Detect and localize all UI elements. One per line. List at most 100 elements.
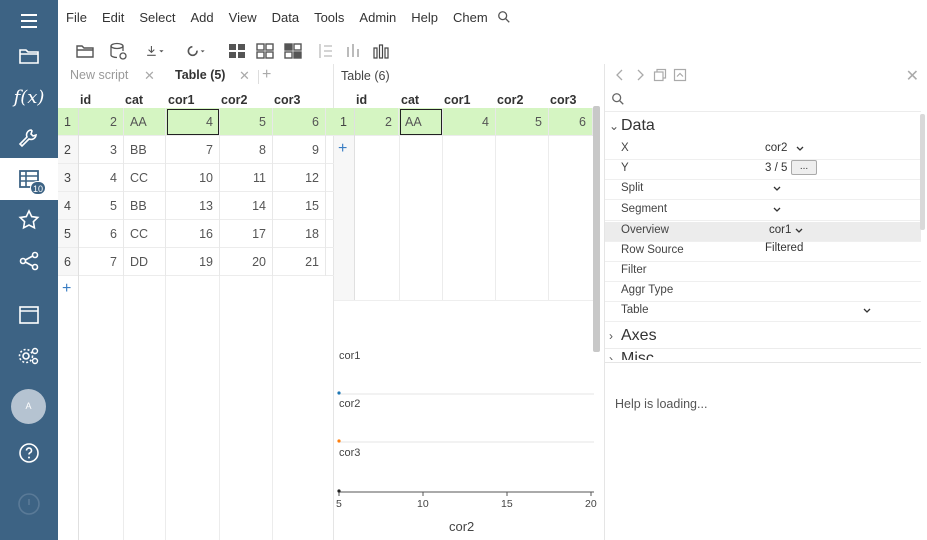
current-cell[interactable]: 4: [166, 108, 220, 136]
section-misc[interactable]: › Misc: [609, 350, 654, 360]
cell[interactable]: 7: [79, 248, 124, 276]
cell[interactable]: 6: [79, 220, 124, 248]
tables-icon[interactable]: 10: [0, 158, 58, 200]
cell[interactable]: 14: [220, 192, 273, 220]
cell[interactable]: 7: [166, 136, 220, 164]
layout-view-icon[interactable]: [283, 38, 303, 64]
menu-edit[interactable]: Edit: [102, 10, 124, 25]
table-row[interactable]: 1 2 AA 4 5 6: [334, 108, 593, 136]
database-icon[interactable]: [108, 38, 128, 64]
property-filter[interactable]: Filter: [605, 262, 921, 282]
grid-view-icon[interactable]: [227, 38, 247, 64]
cell[interactable]: 5: [496, 108, 549, 136]
cell[interactable]: 20: [220, 248, 273, 276]
functions-icon[interactable]: f(x): [0, 76, 58, 118]
cell[interactable]: BB: [124, 136, 166, 164]
close-icon[interactable]: ✕: [144, 68, 155, 84]
property-split[interactable]: Split: [605, 180, 921, 200]
cell[interactable]: 5: [79, 192, 124, 220]
property-table[interactable]: Table: [605, 302, 921, 322]
x-column-select[interactable]: cor2: [765, 142, 787, 154]
column-header-cor1[interactable]: cor1: [444, 93, 470, 107]
menu-admin[interactable]: Admin: [359, 10, 396, 25]
table-row[interactable]: 6 7 DD 19 20 21: [58, 248, 334, 276]
browser-icon[interactable]: [0, 294, 58, 336]
tile-view-icon[interactable]: [255, 38, 275, 64]
column-header-id[interactable]: id: [80, 93, 91, 107]
avatar[interactable]: A: [11, 389, 46, 424]
forward-icon[interactable]: [633, 68, 647, 82]
column-header-cor2[interactable]: cor2: [221, 93, 247, 107]
cell[interactable]: CC: [124, 164, 166, 192]
column-header-cat[interactable]: cat: [125, 93, 143, 107]
property-row-source[interactable]: Row Source Filtered: [605, 242, 921, 262]
add-row-icon[interactable]: +: [338, 140, 347, 158]
cell[interactable]: 5: [220, 108, 273, 136]
column-header-cor2[interactable]: cor2: [497, 93, 523, 107]
column-header-id[interactable]: id: [356, 93, 367, 107]
cell[interactable]: 9: [273, 136, 326, 164]
row-source-select[interactable]: Filtered: [765, 242, 803, 254]
cell[interactable]: 15: [273, 192, 326, 220]
help-icon[interactable]: [0, 432, 58, 474]
cell[interactable]: BB: [124, 192, 166, 220]
menu-tools[interactable]: Tools: [314, 10, 344, 25]
cell[interactable]: 4: [79, 164, 124, 192]
cell[interactable]: 21: [273, 248, 326, 276]
table-row[interactable]: 4 5 BB 13 14 15: [58, 192, 334, 220]
tab-new-script[interactable]: New script: [70, 68, 128, 82]
overview-column-select[interactable]: cor1: [769, 224, 791, 236]
back-icon[interactable]: [613, 68, 627, 82]
menu-help[interactable]: Help: [411, 10, 438, 25]
column-header-cor3[interactable]: cor3: [550, 93, 576, 107]
menu-select[interactable]: Select: [139, 10, 175, 25]
open-folder-icon[interactable]: [75, 38, 95, 64]
panel-scrollbar[interactable]: [920, 114, 925, 230]
star-icon[interactable]: [0, 199, 58, 241]
menu-chem[interactable]: Chem: [453, 10, 488, 25]
cell[interactable]: 11: [220, 164, 273, 192]
current-cell[interactable]: AA: [399, 108, 443, 136]
section-data[interactable]: ⌄ Data: [609, 117, 655, 135]
share-icon[interactable]: [0, 240, 58, 282]
cell[interactable]: 6: [549, 108, 593, 136]
cell[interactable]: 2: [355, 108, 399, 136]
settings-icon[interactable]: [0, 335, 58, 377]
tab-table-5[interactable]: Table (5): [175, 68, 225, 82]
close-icon[interactable]: ✕: [906, 66, 919, 86]
column-chart-dim-icon[interactable]: [343, 38, 363, 64]
menu-add[interactable]: Add: [191, 10, 214, 25]
table-row[interactable]: 5 6 CC 16 17 18: [58, 220, 334, 248]
cell[interactable]: 19: [166, 248, 220, 276]
refresh-icon[interactable]: [186, 38, 206, 64]
cell[interactable]: 18: [273, 220, 326, 248]
property-overview[interactable]: Overview cor1: [605, 222, 921, 242]
property-aggr-type[interactable]: Aggr Type: [605, 282, 921, 302]
select-columns-button[interactable]: ...: [791, 160, 817, 175]
collapse-icon[interactable]: [673, 68, 687, 82]
menu-view[interactable]: View: [229, 10, 257, 25]
table-row[interactable]: 2 3 BB 7 8 9: [58, 136, 334, 164]
cell[interactable]: 8: [220, 136, 273, 164]
cell[interactable]: 2: [79, 108, 124, 136]
menu-file[interactable]: File: [66, 10, 87, 25]
cell[interactable]: AA: [124, 108, 166, 136]
search-icon[interactable]: [497, 10, 511, 24]
add-tab-icon[interactable]: +: [262, 66, 271, 84]
cell[interactable]: 4: [443, 108, 496, 136]
download-icon[interactable]: [145, 38, 165, 64]
scatter-chart[interactable]: cor1 cor2 cor3 cor2 5 10 15 20: [334, 300, 604, 540]
add-row-icon[interactable]: +: [62, 280, 71, 298]
cell[interactable]: 13: [166, 192, 220, 220]
cell[interactable]: 12: [273, 164, 326, 192]
list-icon[interactable]: [316, 38, 336, 64]
table-row[interactable]: 3 4 CC 10 11 12: [58, 164, 334, 192]
column-header-cat[interactable]: cat: [401, 93, 419, 107]
search-icon[interactable]: [611, 92, 625, 106]
column-chart-icon[interactable]: [371, 38, 391, 64]
section-axes[interactable]: › Axes: [609, 327, 657, 345]
clone-icon[interactable]: [653, 68, 667, 82]
cell[interactable]: CC: [124, 220, 166, 248]
close-icon[interactable]: ✕: [239, 68, 250, 84]
cell[interactable]: 10: [166, 164, 220, 192]
